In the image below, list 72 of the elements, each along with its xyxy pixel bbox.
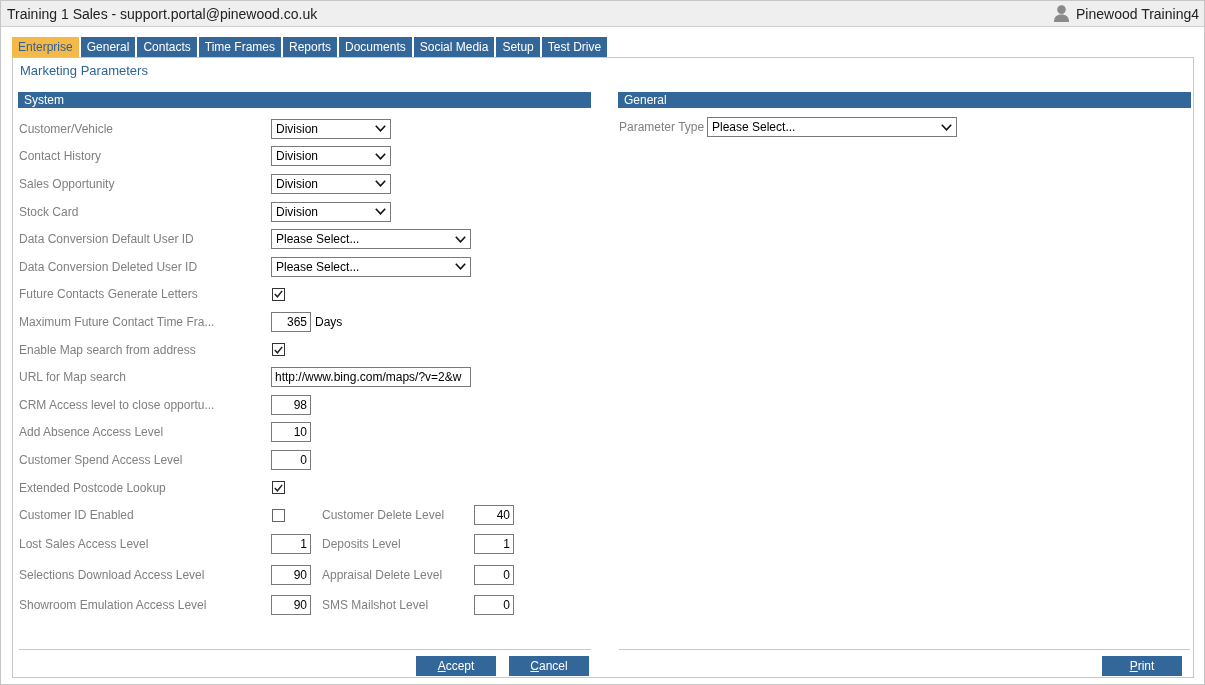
- field-label: Extended Postcode Lookup: [18, 480, 167, 495]
- dropdown[interactable]: Division: [271, 118, 391, 139]
- chevron-down-icon: [941, 123, 952, 131]
- checkbox[interactable]: [272, 343, 285, 357]
- user-name: Pinewood Training4: [1076, 5, 1199, 22]
- input-field[interactable]: 365: [271, 311, 311, 332]
- field-label: Appraisal Delete Level: [322, 568, 444, 583]
- checkbox[interactable]: [272, 481, 285, 494]
- field-label: Add Absence Access Level: [18, 425, 165, 440]
- field-label: Future Contacts Generate Letters: [18, 287, 199, 302]
- dropdown[interactable]: Please Select...: [271, 256, 471, 277]
- field-label: Sales Opportunity: [18, 177, 116, 191]
- checkbox[interactable]: [272, 508, 285, 522]
- field-label: Lost Sales Access Level: [18, 537, 150, 552]
- input-field[interactable]: 0: [271, 449, 311, 470]
- input-field[interactable]: 0: [474, 594, 514, 615]
- chevron-down-icon: [455, 235, 466, 243]
- chevron-down-icon: [375, 180, 386, 188]
- print-button[interactable]: Print: [1102, 656, 1182, 676]
- tab[interactable]: Test Drive: [541, 37, 608, 57]
- input-field[interactable]: 1: [271, 534, 311, 555]
- chevron-down-icon: [375, 152, 386, 160]
- tab[interactable]: Enterprise: [12, 37, 79, 57]
- field-label: Showroom Emulation Access Level: [18, 597, 208, 612]
- field-label: URL for Map search: [18, 370, 127, 385]
- field-label: Data Conversion Default User ID: [18, 232, 195, 247]
- input-field[interactable]: 0: [474, 565, 514, 586]
- tab[interactable]: Reports: [283, 37, 338, 57]
- cancel-button[interactable]: Cancel: [509, 656, 589, 676]
- field-label: SMS Mailshot Level: [322, 597, 430, 612]
- checkbox[interactable]: [272, 287, 285, 301]
- tab[interactable]: Setup: [496, 37, 540, 57]
- tab[interactable]: Time Frames: [198, 37, 281, 57]
- field-label: Contact History: [18, 149, 103, 164]
- field-label: Customer/Vehicle: [18, 121, 115, 136]
- field-label: Customer Delete Level: [322, 508, 446, 523]
- section-header: General: [618, 92, 1191, 108]
- section-header: System: [18, 92, 591, 108]
- dropdown[interactable]: Division: [271, 174, 391, 194]
- input-field[interactable]: 10: [271, 422, 311, 443]
- field-label: CRM Access level to close opportu...: [18, 397, 216, 412]
- input-field[interactable]: 98: [271, 394, 311, 415]
- field-label: Customer ID Enabled: [18, 508, 135, 523]
- field-label: Maximum Future Contact Time Fra...: [18, 314, 216, 329]
- chevron-down-icon: [375, 125, 386, 133]
- dropdown[interactable]: Please Select...: [707, 117, 957, 137]
- input-field[interactable]: 90: [271, 565, 311, 586]
- unit-label: Days: [315, 314, 343, 329]
- field-label: Deposits Level: [322, 537, 402, 552]
- page-title: Marketing Parameters: [20, 63, 148, 78]
- field-label: Enable Map search from address: [18, 342, 197, 357]
- tab[interactable]: Contacts: [137, 37, 197, 57]
- dropdown[interactable]: Please Select...: [271, 229, 471, 250]
- field-label: Stock Card: [18, 204, 80, 219]
- field-label: Parameter Type: [618, 120, 706, 134]
- chevron-down-icon: [455, 263, 466, 271]
- window-title: Training 1 Sales - support.portal@pinewood.co.uk: [7, 5, 318, 22]
- field-label: Customer Spend Access Level: [18, 452, 184, 467]
- input-field[interactable]: 1: [474, 534, 514, 555]
- input-field[interactable]: 90: [271, 594, 311, 615]
- dropdown[interactable]: Division: [271, 201, 391, 222]
- tab[interactable]: Documents: [339, 37, 412, 57]
- accept-button[interactable]: Accept: [416, 656, 496, 676]
- input-field[interactable]: 40: [474, 505, 514, 526]
- field-label: Data Conversion Deleted User ID: [18, 259, 199, 274]
- dropdown[interactable]: Division: [271, 146, 391, 167]
- tab[interactable]: General: [80, 37, 136, 57]
- input-field[interactable]: http://www.bing.com/maps/?v=2&w: [271, 367, 471, 388]
- field-label: Selections Download Access Level: [18, 568, 206, 583]
- chevron-down-icon: [375, 208, 386, 216]
- user-icon: [1054, 5, 1069, 22]
- tab[interactable]: Social Media: [413, 37, 495, 57]
